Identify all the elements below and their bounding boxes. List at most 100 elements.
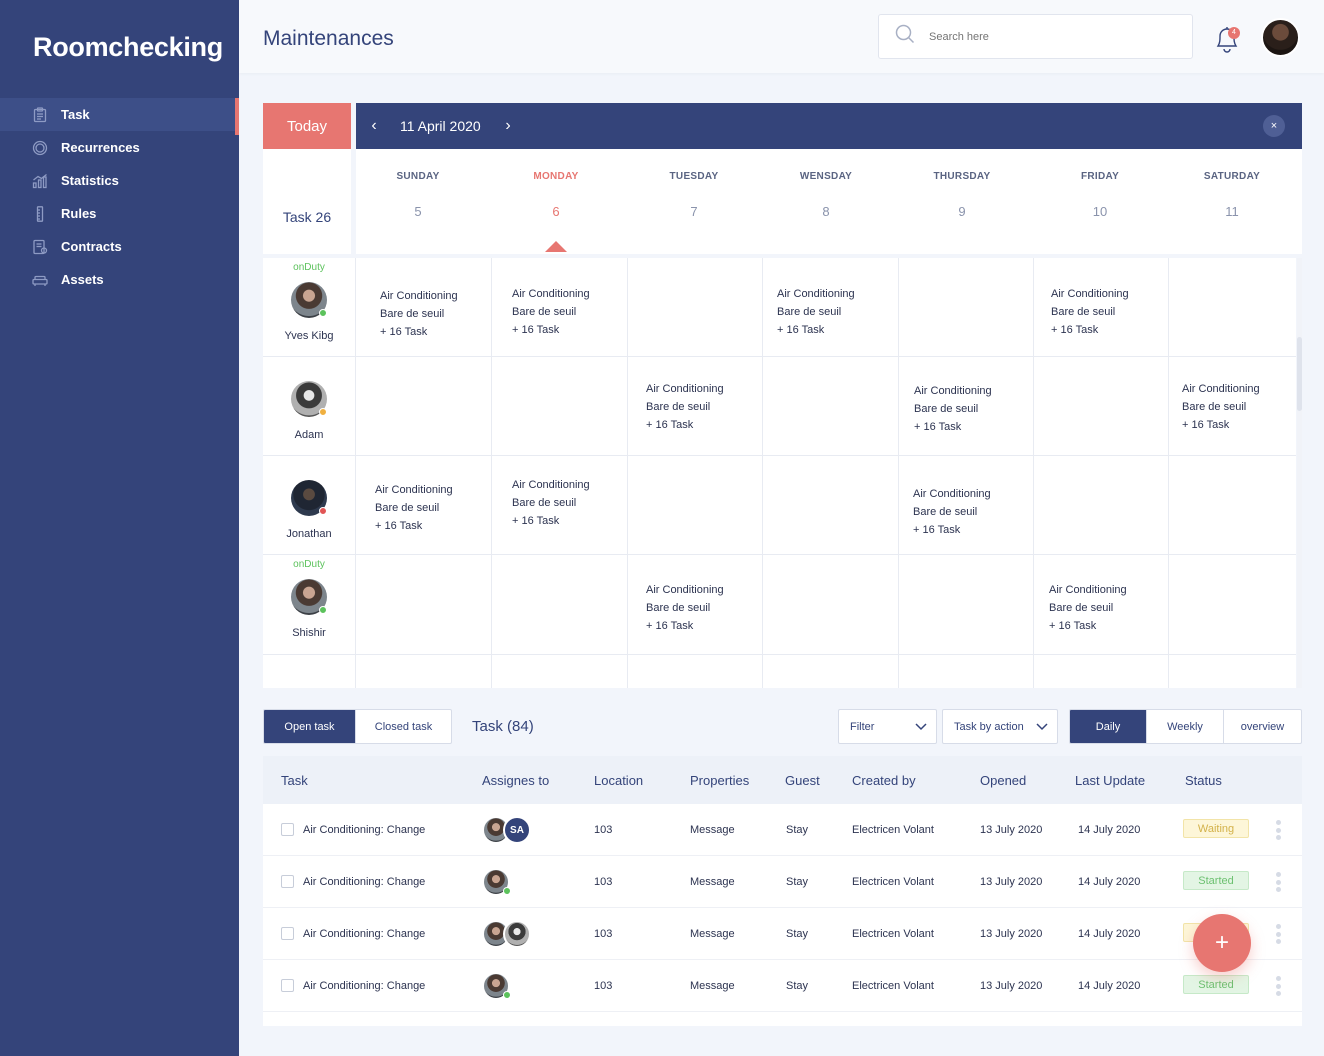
task-by-action-dropdown[interactable]: Task by action — [942, 709, 1058, 744]
task-name: Air Conditioning: Change — [303, 876, 426, 888]
clipboard-icon — [32, 106, 48, 123]
column-header[interactable]: Last Update — [1075, 773, 1145, 788]
ruler-icon — [32, 205, 48, 222]
task-by-action-label: Task by action — [954, 720, 1024, 733]
sidebar-item-label: Rules — [61, 206, 97, 221]
task-card[interactable]: Air Conditioning Bare de seuil + 16 Task — [913, 485, 991, 539]
task-card[interactable]: Air Conditioning Bare de seuil + 16 Task — [375, 481, 453, 535]
view-overview[interactable]: overview — [1224, 710, 1301, 743]
task-card[interactable]: Air Conditioning Bare de seuil + 16 Task — [1049, 581, 1127, 635]
day-monday[interactable]: MONDAY 6 — [496, 149, 616, 254]
chevron-down-icon — [1035, 719, 1049, 733]
search-input[interactable] — [929, 30, 1169, 43]
chart-icon — [32, 173, 48, 189]
tab-closed-task[interactable]: Closed task — [356, 710, 451, 743]
sidebar-nav: Task Recurrences Statistics Rules Contra… — [0, 98, 239, 296]
person-jonathan[interactable]: Jonathan — [263, 456, 355, 555]
week-days-row: SUNDAY 5 MONDAY 6 TUESDAY 7 WENSDAY 8 TH… — [356, 149, 1302, 254]
day-saturday[interactable]: SATURDAY 11 — [1172, 149, 1292, 254]
table-row[interactable]: Air Conditioning: Change SA 103 Message … — [263, 804, 1302, 856]
grid-scrollbar-track[interactable] — [1297, 258, 1302, 688]
sidebar-item-assets[interactable]: Assets — [0, 263, 239, 296]
column-header[interactable]: Properties — [690, 773, 749, 788]
person-yves[interactable]: onDuty Yves Kibg — [263, 258, 355, 357]
sidebar-item-task[interactable]: Task — [0, 98, 239, 135]
column-header[interactable]: Opened — [980, 773, 1026, 788]
day-name: MONDAY — [533, 171, 579, 182]
created-by: Electricen Volant — [852, 928, 934, 940]
day-tuesday[interactable]: TUESDAY 7 — [634, 149, 754, 254]
row-checkbox[interactable] — [281, 823, 294, 836]
view-weekly[interactable]: Weekly — [1147, 710, 1224, 743]
search-box[interactable] — [878, 14, 1193, 59]
row-checkbox[interactable] — [281, 927, 294, 940]
last-update-date: 14 July 2020 — [1078, 928, 1141, 940]
created-by: Electricen Volant — [852, 824, 934, 836]
day-name: WENSDAY — [799, 171, 853, 182]
task-card[interactable]: Air Conditioning Bare de seuil + 16 Task — [1051, 285, 1129, 339]
more-options-icon[interactable] — [1276, 924, 1282, 944]
task-card[interactable]: Air Conditioning Bare de seuil + 16 Task — [1182, 380, 1260, 434]
add-task-button[interactable]: + — [1193, 914, 1251, 972]
person-shishir[interactable]: onDuty Shishir — [263, 555, 355, 654]
location: 103 — [594, 824, 613, 836]
tab-open-task[interactable]: Open task — [264, 710, 356, 743]
task-card[interactable]: Air Conditioning Bare de seuil + 16 Task — [512, 285, 590, 339]
column-header[interactable]: Created by — [852, 773, 916, 788]
view-daily[interactable]: Daily — [1070, 710, 1147, 743]
task-count: Task 26 — [263, 149, 351, 254]
filter-dropdown[interactable]: Filter — [838, 709, 937, 744]
task-card[interactable]: Air Conditioning Bare de seuil + 16 Task — [914, 382, 992, 436]
task-card[interactable]: Air Conditioning Bare de seuil + 16 Task — [646, 581, 724, 635]
table-row[interactable]: Air Conditioning: Change 103 Message Sta… — [263, 960, 1302, 1012]
selected-day-marker — [545, 241, 567, 252]
today-button[interactable]: Today — [263, 103, 351, 149]
day-wednesday[interactable]: WENSDAY 8 — [766, 149, 886, 254]
chevron-left-icon[interactable]: ‹ — [364, 117, 384, 135]
sidebar-item-contracts[interactable]: Contracts — [0, 230, 239, 263]
sidebar-item-rules[interactable]: Rules — [0, 197, 239, 230]
task-card[interactable]: Air Conditioning Bare de seuil + 16 Task — [777, 285, 855, 339]
person-name: Adam — [294, 429, 324, 441]
column-header[interactable]: Guest — [785, 773, 820, 788]
sidebar-item-label: Contracts — [61, 239, 122, 254]
row-checkbox[interactable] — [281, 979, 294, 992]
notification-button[interactable]: 4 — [1212, 23, 1242, 55]
current-date: 11 April 2020 — [400, 118, 481, 134]
task-card[interactable]: Air Conditioning Bare de seuil + 16 Task — [380, 287, 458, 341]
opened-date: 13 July 2020 — [980, 980, 1043, 992]
column-header[interactable]: Task — [281, 773, 308, 788]
task-card[interactable]: Air Conditioning Bare de seuil + 16 Task — [646, 380, 724, 434]
day-sunday[interactable]: SUNDAY 5 — [358, 149, 478, 254]
grid-scrollbar-thumb[interactable] — [1297, 337, 1302, 411]
task-card[interactable]: Air Conditioning Bare de seuil + 16 Task — [512, 476, 590, 530]
page-title: Maintenances — [263, 27, 394, 50]
day-thursday[interactable]: THURSDAY 9 — [902, 149, 1022, 254]
day-friday[interactable]: FRIDAY 10 — [1040, 149, 1160, 254]
more-options-icon[interactable] — [1276, 872, 1282, 892]
more-options-icon[interactable] — [1276, 820, 1282, 840]
column-header[interactable]: Location — [594, 773, 643, 788]
close-icon[interactable]: × — [1263, 115, 1285, 137]
status-badge: Started — [1183, 975, 1249, 994]
sidebar: Roomchecking Task Recurrences Statistics… — [0, 0, 239, 1056]
day-number: 5 — [414, 204, 422, 219]
status-dot — [319, 309, 327, 317]
user-avatar[interactable] — [1261, 18, 1300, 57]
column-header[interactable]: Status — [1185, 773, 1222, 788]
location: 103 — [594, 980, 613, 992]
table-row[interactable]: Air Conditioning: Change 103 Message Sta… — [263, 908, 1302, 960]
day-number: 7 — [690, 204, 698, 219]
sidebar-item-statistics[interactable]: Statistics — [0, 164, 239, 197]
contract-icon — [32, 239, 48, 255]
column-header[interactable]: Assignes to — [482, 773, 549, 788]
more-options-icon[interactable] — [1276, 976, 1282, 996]
day-name: SUNDAY — [396, 171, 440, 182]
table-row[interactable]: Air Conditioning: Change 103 Message Sta… — [263, 856, 1302, 908]
chevron-right-icon[interactable]: › — [498, 117, 518, 135]
brand-logo[interactable]: Roomchecking — [33, 32, 223, 63]
date-navigator: ‹ 11 April 2020 › × — [356, 103, 1302, 149]
row-checkbox[interactable] — [281, 875, 294, 888]
sidebar-item-recurrences[interactable]: Recurrences — [0, 131, 239, 164]
person-adam[interactable]: Adam — [263, 357, 355, 456]
